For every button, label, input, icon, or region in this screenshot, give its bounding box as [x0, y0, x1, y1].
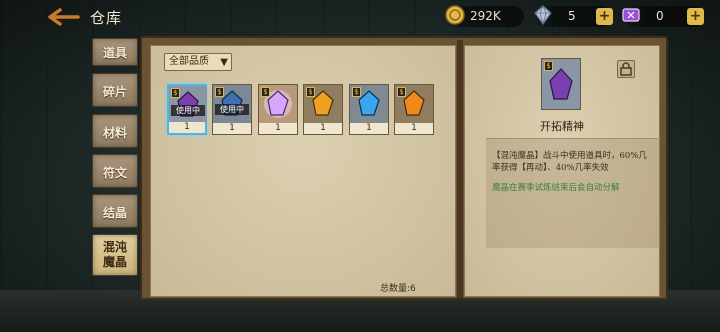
back-arrow-icon[interactable] — [44, 8, 80, 26]
quality-filter-dropdown[interactable]: 全部品质 ▼ — [164, 53, 232, 71]
page-title: 仓库 — [90, 9, 123, 27]
diamond-currency: 5 + — [534, 4, 613, 27]
tab-label: 碎片 — [102, 85, 127, 99]
tab-crystals[interactable]: 结晶 — [92, 194, 138, 228]
rarity-badge: $ — [171, 88, 180, 98]
tab-fragments[interactable]: 碎片 — [92, 73, 138, 107]
item-note: 魔晶在赛季试炼结束后会自动分解 — [492, 183, 620, 193]
diamond-value: 5 — [568, 9, 576, 23]
item-name: 开拓精神 — [540, 120, 584, 133]
rarity-badge: $ — [261, 87, 270, 97]
lock-icon — [620, 62, 632, 76]
rarity-badge: $ — [306, 87, 315, 97]
inventory-panel — [150, 45, 456, 297]
chevron-down-icon: ▼ — [220, 57, 228, 68]
ticket-currency: 0 + — [622, 6, 704, 27]
tab-runes[interactable]: 符文 — [92, 154, 138, 188]
filter-label: 全部品质 — [169, 56, 209, 67]
ticket-icon — [622, 8, 640, 22]
lock-button[interactable] — [617, 60, 635, 78]
item-count: 1 — [350, 123, 388, 134]
panel-divider — [457, 40, 463, 298]
ticket-value: 0 — [656, 9, 664, 23]
total-count: 总数量:6 — [380, 284, 416, 294]
gold-currency: 292K — [445, 5, 524, 27]
item-description: 【混沌魔晶】战斗中使用道具时，60%几率获得【再动】、40%几率失效 — [492, 151, 647, 173]
item-count: 1 — [395, 123, 433, 134]
item-slot[interactable]: $ 1 — [303, 84, 343, 135]
item-count: 1 — [259, 123, 297, 134]
rarity-badge: $ — [397, 87, 406, 97]
item-count: 1 — [213, 123, 251, 134]
tab-label: 结晶 — [102, 206, 127, 220]
item-slot[interactable]: $ 使用中 1 — [212, 84, 252, 135]
in-use-label: 使用中 — [215, 104, 249, 115]
item-slot[interactable]: $ 1 — [349, 84, 389, 135]
tab-chaos-crystals[interactable]: 混沌 魔晶 — [92, 234, 138, 276]
item-slot[interactable]: $ 使用中 1 — [167, 84, 207, 135]
item-count: 1 — [304, 123, 342, 134]
selected-item-icon: $ — [541, 58, 581, 110]
top-bar: 仓库 292K 5 + 0 + — [0, 0, 720, 34]
tab-props[interactable]: 道具 — [92, 38, 138, 66]
item-slot[interactable]: $ 1 — [258, 84, 298, 135]
tab-materials[interactable]: 材料 — [92, 114, 138, 148]
rarity-badge: $ — [352, 87, 361, 97]
gold-value: 292K — [470, 9, 501, 23]
tab-label: 混沌 魔晶 — [102, 240, 127, 269]
add-diamond-button[interactable]: + — [596, 8, 613, 25]
diamond-icon — [534, 4, 552, 26]
rarity-badge: $ — [544, 61, 553, 71]
rarity-badge: $ — [215, 87, 224, 97]
gold-coin-icon — [445, 5, 465, 25]
item-count: 1 — [169, 122, 205, 133]
tab-label: 符文 — [102, 166, 127, 180]
in-use-label: 使用中 — [171, 105, 205, 116]
item-slot[interactable]: $ 1 — [394, 84, 434, 135]
tab-label: 材料 — [102, 126, 127, 140]
add-ticket-button[interactable]: + — [687, 8, 704, 25]
tab-label: 道具 — [102, 46, 127, 60]
